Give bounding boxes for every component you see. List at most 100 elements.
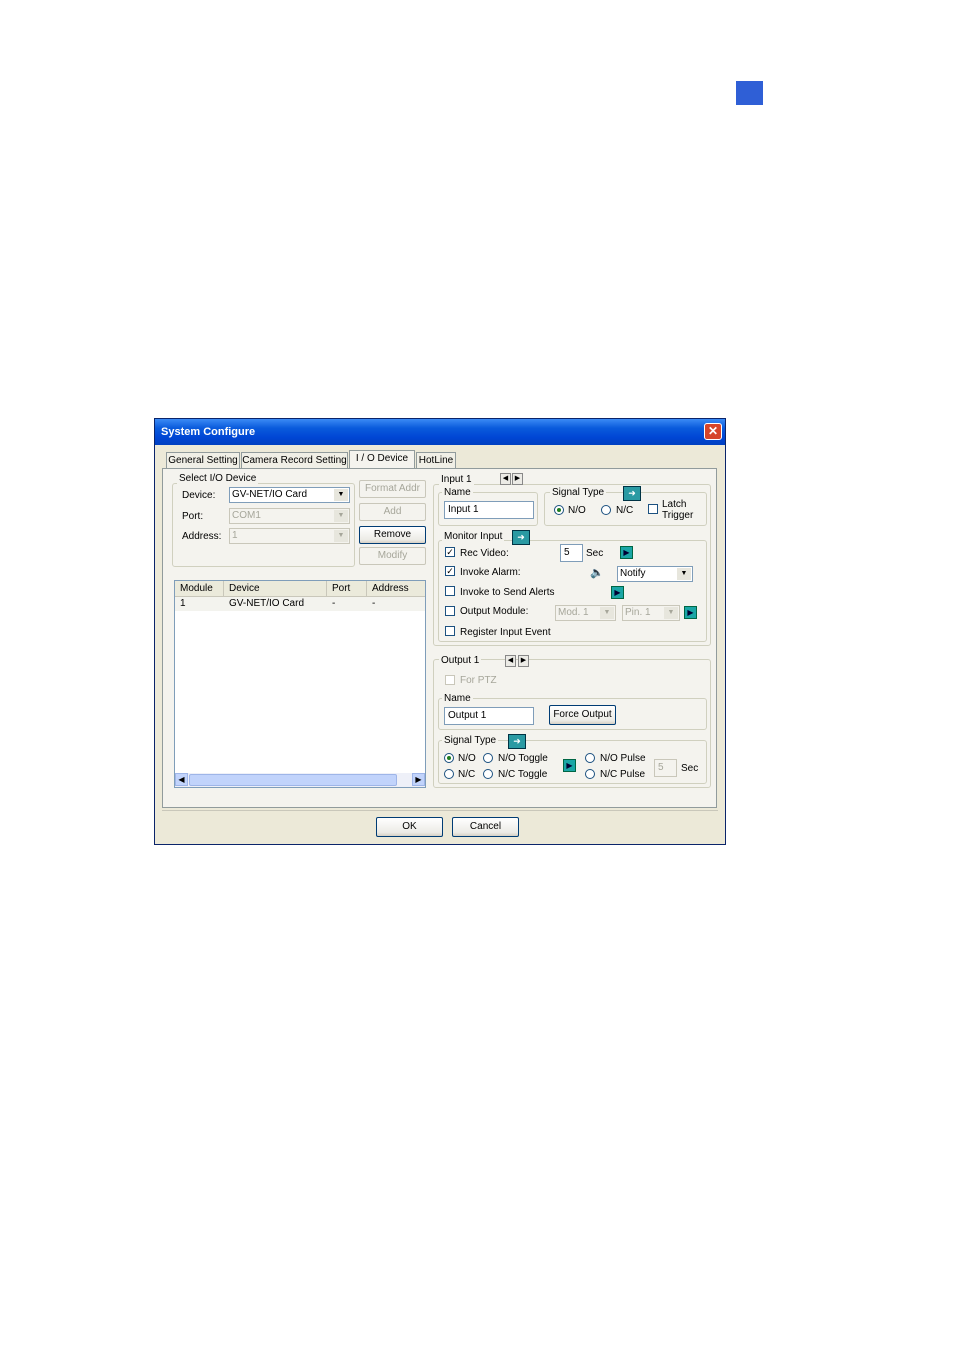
rec-seconds-field[interactable]: 5 [560, 544, 583, 562]
pulse-seconds-field[interactable]: 5 [654, 759, 677, 777]
scroll-left-icon[interactable]: ◀ [175, 773, 188, 786]
table-row[interactable]: 1 GV-NET/IO Card - - [175, 597, 425, 611]
port-label: Port: [182, 511, 204, 522]
chevron-down-icon: ▼ [334, 489, 348, 501]
format-addr-button[interactable]: Format Addr [359, 480, 426, 498]
monitor-input-label: Monitor Input [442, 531, 505, 542]
output-nc-label: N/C [458, 769, 476, 780]
output-no-radio[interactable] [444, 753, 454, 763]
cancel-button[interactable]: Cancel [452, 817, 519, 837]
output-title: Output 1 [439, 655, 482, 666]
rec-video-checkbox[interactable]: ✓ [445, 547, 455, 557]
input-signal-type-label: Signal Type [550, 487, 607, 498]
mod-select[interactable]: Mod. 1 ▼ [555, 605, 616, 621]
device-label: Device: [182, 490, 216, 501]
play-arrow-icon[interactable]: ▶ [620, 546, 633, 559]
invoke-alarm-checkbox[interactable]: ✓ [445, 566, 455, 576]
tab-general-setting[interactable]: General Setting [166, 452, 240, 468]
prev-arrow-icon[interactable]: ◀ [500, 473, 511, 485]
pulse-sec-label: Sec [681, 763, 699, 774]
output-no-pulse-label: N/O Pulse [600, 753, 646, 764]
pin-select[interactable]: Pin. 1 ▼ [622, 605, 680, 621]
next-arrow-icon[interactable]: ▶ [518, 655, 529, 667]
input-name-field[interactable]: Input 1 [444, 501, 534, 519]
port-select-value: COM1 [232, 510, 261, 521]
input-nc-label: N/C [616, 505, 634, 516]
add-button[interactable]: Add [359, 503, 426, 521]
input-title: Input 1 [439, 474, 474, 485]
chevron-down-icon: ▼ [334, 510, 348, 522]
close-icon: ✕ [707, 424, 719, 438]
output-nc-radio[interactable] [444, 769, 454, 779]
input-nc-radio[interactable] [601, 505, 611, 515]
prev-arrow-icon[interactable]: ◀ [505, 655, 516, 667]
address-select[interactable]: 1 ▼ [229, 528, 350, 544]
output-no-pulse-radio[interactable] [585, 753, 595, 763]
speaker-icon: 🔈 [590, 567, 604, 579]
output-no-toggle-radio[interactable] [483, 753, 493, 763]
scroll-thumb[interactable] [189, 774, 397, 786]
force-output-button[interactable]: Force Output [549, 705, 616, 725]
mod-select-value: Mod. 1 [558, 607, 589, 618]
invoke-alarm-label: Invoke Alarm: [460, 567, 521, 578]
column-module[interactable]: Module [175, 581, 224, 596]
select-io-device-label: Select I/O Device [177, 473, 259, 484]
folder-arrow-icon[interactable]: ➜ [512, 530, 530, 545]
register-event-checkbox[interactable] [445, 626, 455, 636]
output-nc-toggle-label: N/C Toggle [498, 769, 548, 780]
next-arrow-icon[interactable]: ▶ [512, 473, 523, 485]
rec-sec-label: Sec [586, 548, 604, 559]
modify-button[interactable]: Modify [359, 547, 426, 565]
alarm-select[interactable]: Notify ▼ [617, 566, 693, 582]
ok-button[interactable]: OK [376, 817, 443, 837]
tab-camera-record-setting[interactable]: Camera Record Setting [241, 452, 348, 468]
scroll-right-icon[interactable]: ▶ [412, 773, 425, 786]
output-signal-type-label: Signal Type [442, 735, 499, 746]
chevron-down-icon: ▼ [664, 607, 678, 619]
output-name-label: Name [442, 693, 473, 704]
tab-hotline[interactable]: HotLine [416, 452, 456, 468]
title-bar[interactable]: System Configure ✕ [155, 419, 725, 445]
send-alerts-label: Invoke to Send Alerts [460, 587, 555, 598]
folder-arrow-icon[interactable]: ➜ [508, 734, 526, 749]
play-arrow-icon[interactable]: ▶ [611, 586, 624, 599]
chevron-down-icon: ▼ [600, 607, 614, 619]
send-alerts-checkbox[interactable] [445, 586, 455, 596]
remove-button[interactable]: Remove [359, 526, 426, 544]
chevron-down-icon: ▼ [334, 530, 348, 542]
close-button[interactable]: ✕ [704, 423, 722, 440]
device-select[interactable]: GV-NET/IO Card ▼ [229, 487, 350, 503]
column-port[interactable]: Port [327, 581, 367, 596]
play-arrow-icon[interactable]: ▶ [684, 606, 697, 619]
cell-module: 1 [180, 598, 186, 609]
latch-trigger-label: Latch Trigger [662, 499, 694, 521]
output-nc-pulse-label: N/C Pulse [600, 769, 646, 780]
output-module-label: Output Module: [460, 606, 529, 617]
input-no-label: N/O [568, 505, 586, 516]
device-list[interactable]: Module Device Port Address 1 GV-NET/IO C… [174, 580, 426, 788]
device-list-header: Module Device Port Address [175, 581, 425, 597]
play-arrow-icon[interactable]: ▶ [563, 759, 576, 772]
folder-arrow-icon[interactable]: ➜ [623, 486, 641, 501]
rec-video-label: Rec Video: [460, 548, 509, 559]
column-device[interactable]: Device [224, 581, 327, 596]
output-name-field[interactable]: Output 1 [444, 707, 534, 725]
address-label: Address: [182, 531, 222, 542]
tab-io-device[interactable]: I / O Device [349, 450, 415, 469]
output-nc-toggle-radio[interactable] [483, 769, 493, 779]
output-no-label: N/O [458, 753, 476, 764]
address-select-value: 1 [232, 530, 238, 541]
for-ptz-checkbox[interactable] [445, 675, 455, 685]
output-module-checkbox[interactable] [445, 606, 455, 616]
cell-address: - [372, 598, 376, 609]
chevron-down-icon: ▼ [677, 568, 691, 580]
input-no-radio[interactable] [554, 505, 564, 515]
port-select[interactable]: COM1 ▼ [229, 508, 350, 524]
output-nc-pulse-radio[interactable] [585, 769, 595, 779]
column-address[interactable]: Address [367, 581, 425, 596]
horizontal-scrollbar[interactable]: ◀ ▶ [175, 773, 425, 787]
page-corner-marker [736, 81, 763, 105]
cell-port: - [332, 598, 336, 609]
window-title: System Configure [161, 426, 256, 438]
latch-trigger-checkbox[interactable] [648, 504, 658, 514]
